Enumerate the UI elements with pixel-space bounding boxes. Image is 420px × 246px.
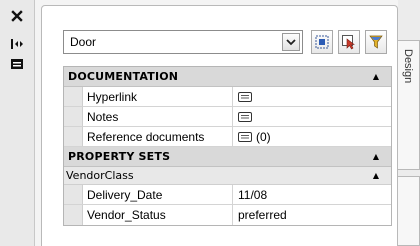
property-row-notes[interactable]: Notes [64, 107, 391, 127]
tab-design[interactable]: Design [398, 40, 420, 170]
toggle-value-icon [315, 35, 329, 49]
object-type-value: Door [70, 35, 97, 49]
category-property-sets[interactable]: PROPERTY SETS ▲ [64, 147, 391, 167]
select-objects-button[interactable] [338, 30, 360, 54]
property-row-delivery-date[interactable]: Delivery_Date 11/08 [64, 185, 391, 205]
collapse-icon[interactable]: ▲ [373, 152, 379, 161]
property-name: Reference documents [83, 127, 233, 146]
property-value[interactable]: 11/08 [233, 185, 391, 204]
property-name: Vendor_Status [83, 205, 233, 225]
property-row-hyperlink[interactable]: Hyperlink [64, 87, 391, 107]
object-type-select[interactable]: Door [63, 30, 303, 54]
tab-extended-data[interactable] [398, 176, 420, 246]
property-name: Delivery_Date [83, 185, 233, 204]
select-objects-icon [342, 35, 355, 50]
property-value[interactable]: (0) [233, 127, 391, 146]
property-row-reference-documents[interactable]: Reference documents (0) [64, 127, 391, 147]
category-title: PROPERTY SETS [68, 150, 171, 163]
auto-hide-icon[interactable] [8, 36, 26, 52]
category-title: DOCUMENTATION [68, 70, 179, 83]
property-name: Hyperlink [83, 87, 233, 106]
palette-tab-strip: Design [398, 0, 420, 246]
toggle-pickadd-button[interactable] [311, 30, 333, 54]
tab-design-label: Design [402, 49, 414, 84]
subgroup-vendorclass[interactable]: VendorClass ▲ [64, 167, 391, 185]
collapse-icon[interactable]: ▲ [373, 171, 379, 180]
category-documentation[interactable]: DOCUMENTATION ▲ [64, 67, 391, 87]
note-icon[interactable] [238, 92, 252, 102]
property-value[interactable] [233, 87, 391, 106]
palette-title-strip [0, 0, 35, 246]
property-value[interactable]: preferred [233, 205, 391, 225]
close-icon[interactable] [8, 8, 26, 24]
quick-select-button[interactable] [365, 30, 387, 54]
property-row-vendor-status[interactable]: Vendor_Status preferred [64, 205, 391, 225]
property-grid: DOCUMENTATION ▲ Hyperlink Notes Referenc… [63, 66, 392, 226]
property-value[interactable] [233, 107, 391, 126]
subgroup-title: VendorClass [66, 169, 134, 182]
chevron-down-icon[interactable] [282, 33, 300, 51]
note-icon[interactable] [238, 132, 252, 142]
property-name: Notes [83, 107, 233, 126]
collapse-icon[interactable]: ▲ [373, 72, 379, 81]
quick-select-icon [369, 35, 383, 49]
note-icon[interactable] [238, 112, 252, 122]
properties-icon[interactable] [8, 56, 26, 72]
